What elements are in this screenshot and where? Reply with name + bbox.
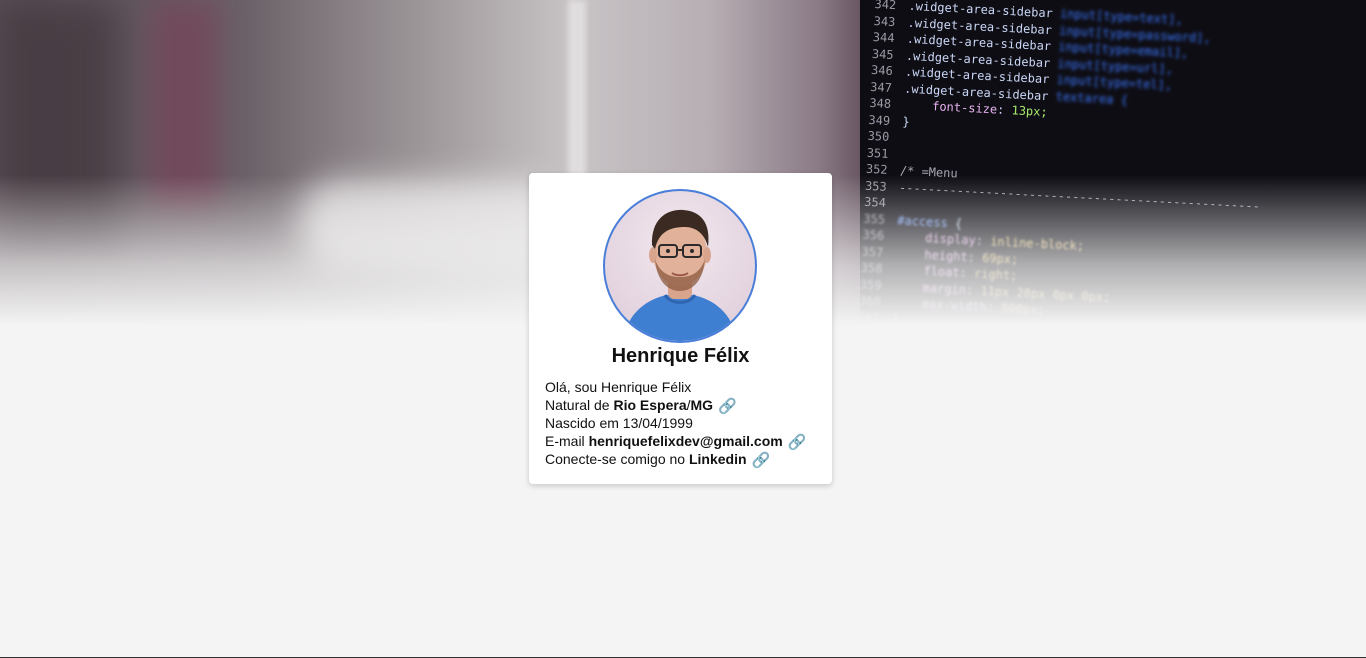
code-line-number: 347 <box>869 79 893 95</box>
email-link[interactable]: henriquefelixdev@gmail.com <box>589 433 783 449</box>
origin-line: Natural de Rio Espera/MG 🔗 <box>545 396 806 414</box>
origin-city-link[interactable]: Rio Espera <box>613 397 686 413</box>
code-line-number: 346 <box>870 62 894 79</box>
link-icon[interactable]: 🔗 <box>718 399 737 414</box>
linkedin-link[interactable]: Linkedin <box>689 451 747 467</box>
code-line-number: 351 <box>866 145 889 161</box>
email-prefix: E-mail <box>545 433 589 449</box>
avatar-portrait-image <box>623 209 737 341</box>
origin-prefix: Natural de <box>545 397 614 413</box>
code-line-number: 350 <box>867 128 890 144</box>
code-value: 13px; <box>1011 103 1049 120</box>
origin-state: MG <box>690 397 714 413</box>
code-property: font-size <box>902 97 998 117</box>
email-line: E-mail henriquefelixdev@gmail.com 🔗 <box>545 432 806 450</box>
profile-card: Henrique Félix Olá, sou Henrique Félix N… <box>529 173 832 484</box>
code-punct: : <box>996 102 1012 118</box>
code-line-number: 349 <box>868 112 891 128</box>
code-line-number: 344 <box>872 29 895 46</box>
profile-info: Olá, sou Henrique Félix Natural de Rio E… <box>545 378 806 468</box>
birth-text: Nascido em 13/04/1999 <box>545 415 693 431</box>
code-blurred-text: textarea { <box>1048 88 1129 107</box>
code-plain: } <box>902 114 911 129</box>
code-line-number: 345 <box>871 46 895 62</box>
link-icon[interactable]: 🔗 <box>788 435 807 450</box>
code-line-number: 348 <box>869 95 892 111</box>
linkedin-prefix: Conecte-se comigo no <box>545 451 689 467</box>
background-pillar <box>568 0 586 200</box>
link-icon[interactable]: 🔗 <box>752 453 771 468</box>
code-line-number: 343 <box>873 13 896 29</box>
avatar <box>603 189 757 343</box>
profile-name: Henrique Félix <box>611 345 750 367</box>
greeting-text: Olá, sou Henrique Félix <box>545 379 692 395</box>
linkedin-line: Conecte-se comigo no Linkedin 🔗 <box>545 450 806 468</box>
